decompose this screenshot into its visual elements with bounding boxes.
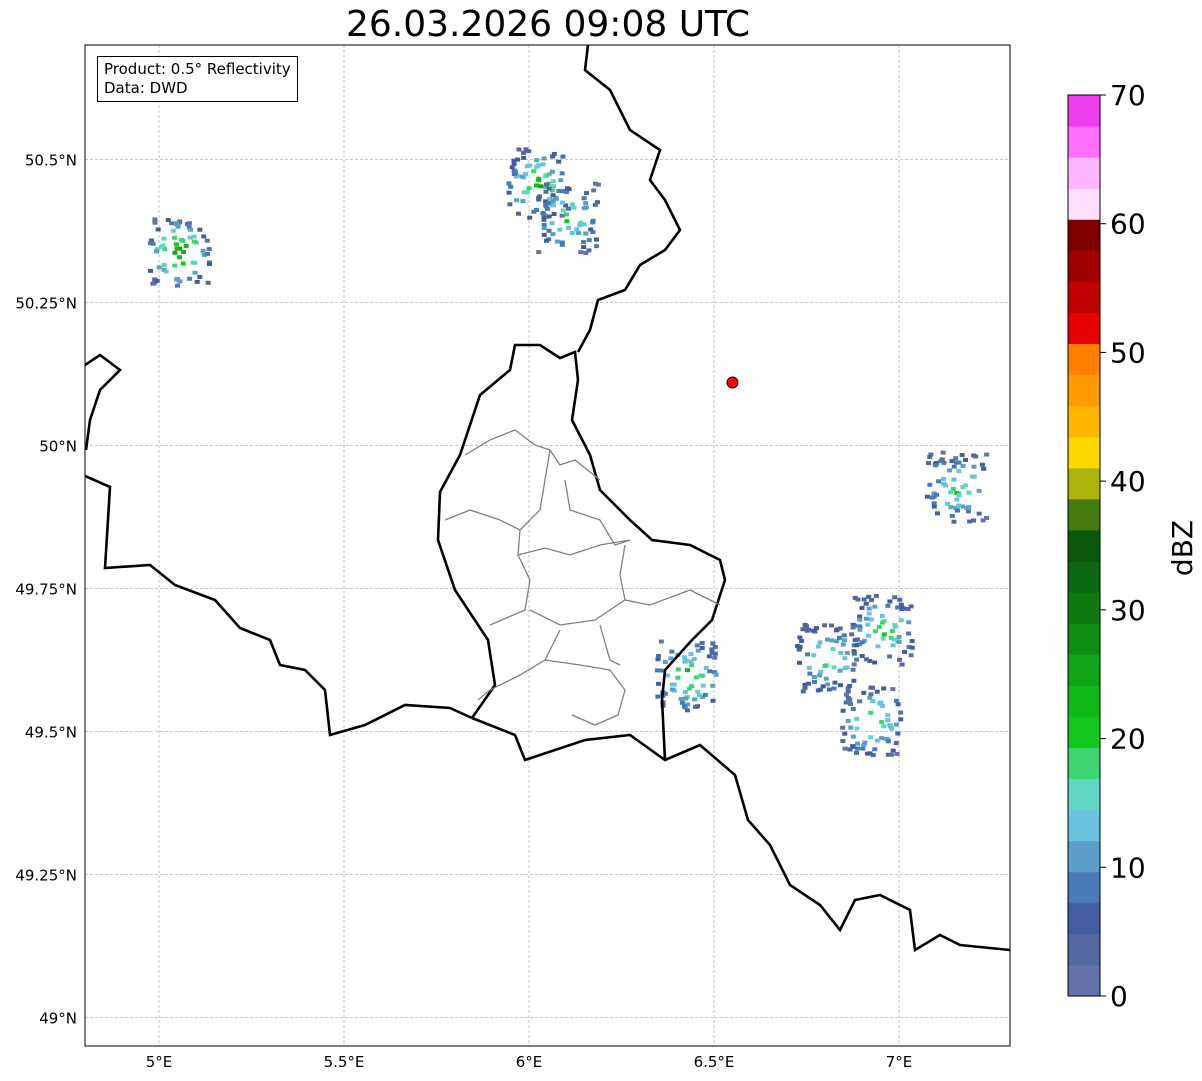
- echo-cell: [795, 622, 860, 694]
- colorbar-tick-label: 60: [1110, 208, 1146, 241]
- colorbar-segment: [1068, 529, 1100, 562]
- lat-tick-label: 50.25°N: [15, 294, 77, 312]
- echo-cell: [840, 685, 904, 758]
- colorbar-label: dBZ: [1166, 520, 1199, 576]
- colorbar-segment: [1068, 933, 1100, 966]
- axis-tick-labels: 5°E 5.5°E 6°E 6.5°E 7°E 49°N 49.25°N 49.5°N 49.7…: [15, 151, 912, 1071]
- colorbar-segment: [1068, 157, 1100, 189]
- source-label: Data: DWD: [104, 79, 188, 97]
- country-borders: [85, 45, 1010, 953]
- colorbar-segment: [1068, 374, 1100, 407]
- colorbar-segment: [1068, 778, 1100, 811]
- colorbar-segment: [1068, 126, 1100, 158]
- colorbar-tick-label: 0: [1110, 980, 1128, 1013]
- colorbar-segment: [1068, 592, 1100, 624]
- canton-borders: [444, 429, 721, 726]
- colorbar-segment: [1068, 498, 1100, 531]
- colorbar-segment: [1068, 654, 1100, 686]
- lat-tick-label: 49.25°N: [15, 866, 77, 884]
- colorbar-segment: [1068, 623, 1100, 655]
- colorbar-segment: [1068, 436, 1100, 469]
- lon-tick-label: 6°E: [516, 1053, 543, 1071]
- colorbar-tick-label: 10: [1110, 851, 1146, 884]
- colorbar-segment: [1068, 716, 1100, 748]
- colorbar-tick-label: 50: [1110, 336, 1146, 369]
- colorbar-segment: [1068, 405, 1100, 438]
- radar-site-marker: [726, 376, 739, 389]
- product-label: Product: 0.5° Reflectivity: [104, 60, 291, 78]
- colorbar-segment: [1068, 312, 1100, 345]
- border-belgium-west: [85, 353, 122, 451]
- border-france-belgium: [85, 474, 473, 737]
- colorbar-segment: [1068, 747, 1100, 780]
- colorbar-segment: [1068, 902, 1100, 935]
- colorbar-segment: [1068, 840, 1100, 873]
- lon-tick-label: 7°E: [886, 1053, 913, 1071]
- colorbar-segment: [1068, 871, 1100, 904]
- colorbar-tick-label: 30: [1110, 594, 1146, 627]
- lon-tick-label: 5°E: [146, 1053, 173, 1071]
- colorbar-segment: [1068, 561, 1100, 593]
- colorbar-tick-label: 40: [1110, 465, 1146, 498]
- colorbar-segment: [1068, 685, 1100, 717]
- lon-tick-label: 5.5°E: [324, 1053, 365, 1071]
- colorbar-segment: [1068, 95, 1100, 127]
- lat-tick-label: 50.5°N: [25, 151, 77, 169]
- info-box: Product: 0.5° Reflectivity Data: DWD: [97, 56, 298, 102]
- border-germany-belgium: [576, 45, 682, 353]
- colorbar: 0 10 20 30 40 50 60 70: [1067, 79, 1146, 1013]
- colorbar-tick-label: 20: [1110, 723, 1146, 756]
- colorbar-segment: [1068, 250, 1100, 282]
- echo-cell: [924, 450, 990, 524]
- colorbar-segment: [1068, 467, 1100, 500]
- colorbar-segment: [1068, 343, 1100, 376]
- border-germany-france: [471, 716, 1010, 953]
- colorbar-segment: [1068, 964, 1100, 997]
- colorbar-tick-label: 70: [1110, 79, 1146, 112]
- lat-tick-label: 49°N: [39, 1009, 77, 1027]
- echo-cell: [147, 217, 212, 288]
- colorbar-segment: [1068, 219, 1100, 251]
- colorbar-segment: [1068, 809, 1100, 842]
- lat-tick-label: 49.5°N: [25, 723, 77, 741]
- radar-map: 5°E 5.5°E 6°E 6.5°E 7°E 49°N 49.25°N 49.5°N 49.7…: [15, 44, 1199, 1071]
- reflectivity-echoes: [147, 147, 990, 758]
- lon-tick-label: 6.5°E: [694, 1053, 735, 1071]
- echo-cell: [850, 593, 915, 667]
- colorbar-segment: [1068, 188, 1100, 220]
- lat-tick-label: 50°N: [39, 437, 77, 455]
- colorbar-segment: [1068, 281, 1100, 313]
- lat-tick-label: 49.75°N: [15, 580, 77, 598]
